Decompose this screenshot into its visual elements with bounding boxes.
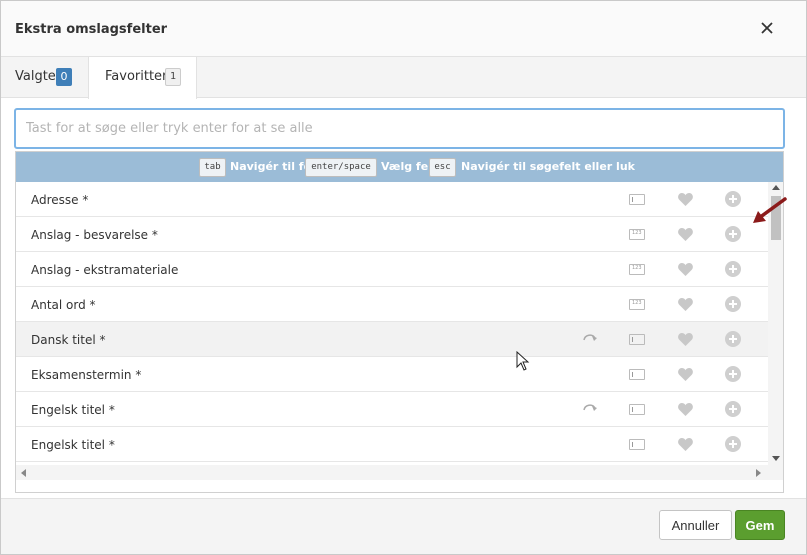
kbd-enter-space: enter/space	[305, 158, 377, 177]
heart-icon[interactable]	[677, 366, 694, 383]
mouse-cursor-icon	[516, 351, 530, 371]
dialog-title: Ekstra omslagsfelter	[15, 22, 168, 37]
field-row[interactable]: Antal ord *	[16, 287, 768, 322]
add-circle-icon[interactable]	[725, 401, 741, 417]
field-list: Adresse * Anslag - besvarelse * Anslag - e…	[16, 182, 768, 465]
field-row[interactable]: Adresse *	[16, 182, 768, 217]
kbd-esc: esc	[429, 158, 456, 177]
field-row-name: Engelsk titel *	[31, 438, 115, 452]
field-row[interactable]: Engelsk titel *	[16, 427, 768, 462]
add-circle-icon[interactable]	[725, 436, 741, 452]
scroll-left-arrow-icon[interactable]	[21, 469, 26, 477]
field-list-panel: tab Navigér til felt enter/space Vælg fe…	[15, 151, 784, 493]
horizontal-scrollbar[interactable]	[16, 465, 768, 480]
heart-icon[interactable]	[677, 261, 694, 278]
close-icon[interactable]	[757, 18, 777, 38]
heart-icon[interactable]	[677, 191, 694, 208]
add-circle-icon[interactable]	[725, 331, 741, 347]
keyboard-hint-bar: tab Navigér til felt enter/space Vælg fe…	[16, 152, 783, 182]
add-circle-icon[interactable]	[725, 261, 741, 277]
field-row[interactable]: Eksamenstermin *	[16, 357, 768, 392]
field-row-name: Eksamenstermin *	[31, 368, 142, 382]
field-row-name: Antal ord *	[31, 298, 96, 312]
save-button[interactable]: Gem	[735, 510, 785, 540]
number-field-icon	[629, 229, 645, 240]
number-field-icon	[629, 264, 645, 275]
field-row-name: Anslag - ekstramateriale	[31, 263, 179, 277]
add-circle-icon[interactable]	[725, 366, 741, 382]
tab-favorites-label: Favoritter	[105, 69, 168, 84]
heart-icon[interactable]	[677, 331, 694, 348]
field-row-name: Anslag - besvarelse *	[31, 228, 158, 242]
tab-selected-label: Valgte	[15, 69, 56, 84]
dialog-header: Ekstra omslagsfelter	[1, 1, 806, 57]
extra-cover-fields-dialog: Ekstra omslagsfelter Valgte 0 Favoritter…	[0, 0, 807, 555]
redo-arrow-icon	[583, 334, 597, 341]
add-circle-icon[interactable]	[725, 296, 741, 312]
annotation-arrow-icon	[753, 197, 787, 223]
field-row-name: Engelsk titel *	[31, 403, 115, 417]
scroll-down-arrow-icon[interactable]	[772, 456, 780, 461]
heart-icon[interactable]	[677, 401, 694, 418]
scroll-right-arrow-icon[interactable]	[756, 469, 761, 477]
dialog-footer: Annuller Gem	[1, 498, 806, 554]
tab-selected[interactable]: Valgte 0	[1, 57, 88, 98]
text-field-icon	[629, 369, 645, 380]
text-field-icon	[629, 334, 645, 345]
field-row[interactable]: Engelsk titel *	[16, 392, 768, 427]
field-row[interactable]: Anslag - ekstramateriale	[16, 252, 768, 287]
search-input[interactable]	[14, 108, 785, 149]
heart-icon[interactable]	[677, 296, 694, 313]
heart-icon[interactable]	[677, 226, 694, 243]
scrollbar-corner	[768, 465, 783, 480]
add-circle-icon[interactable]	[725, 226, 741, 242]
tab-bar: Valgte 0 Favoritter 1	[1, 57, 806, 99]
text-field-icon	[629, 439, 645, 450]
field-row-name: Dansk titel *	[31, 333, 106, 347]
cancel-button[interactable]: Annuller	[659, 510, 732, 540]
field-row-name: Adresse *	[31, 193, 89, 207]
redo-arrow-icon	[583, 404, 597, 411]
field-row[interactable]: Dansk titel *	[16, 322, 768, 357]
number-field-icon	[629, 299, 645, 310]
text-field-icon	[629, 194, 645, 205]
tab-selected-count: 0	[56, 68, 72, 86]
tab-favorites[interactable]: Favoritter 1	[88, 57, 197, 99]
text-field-icon	[629, 404, 645, 415]
kbd-tab: tab	[199, 158, 226, 177]
scroll-up-arrow-icon[interactable]	[772, 185, 780, 190]
heart-icon[interactable]	[677, 436, 694, 453]
hint-esc-text: Navigér til søgefelt eller luk	[461, 160, 635, 173]
add-circle-icon[interactable]	[725, 191, 741, 207]
tab-favorites-count: 1	[165, 68, 181, 86]
field-row[interactable]: Anslag - besvarelse *	[16, 217, 768, 252]
